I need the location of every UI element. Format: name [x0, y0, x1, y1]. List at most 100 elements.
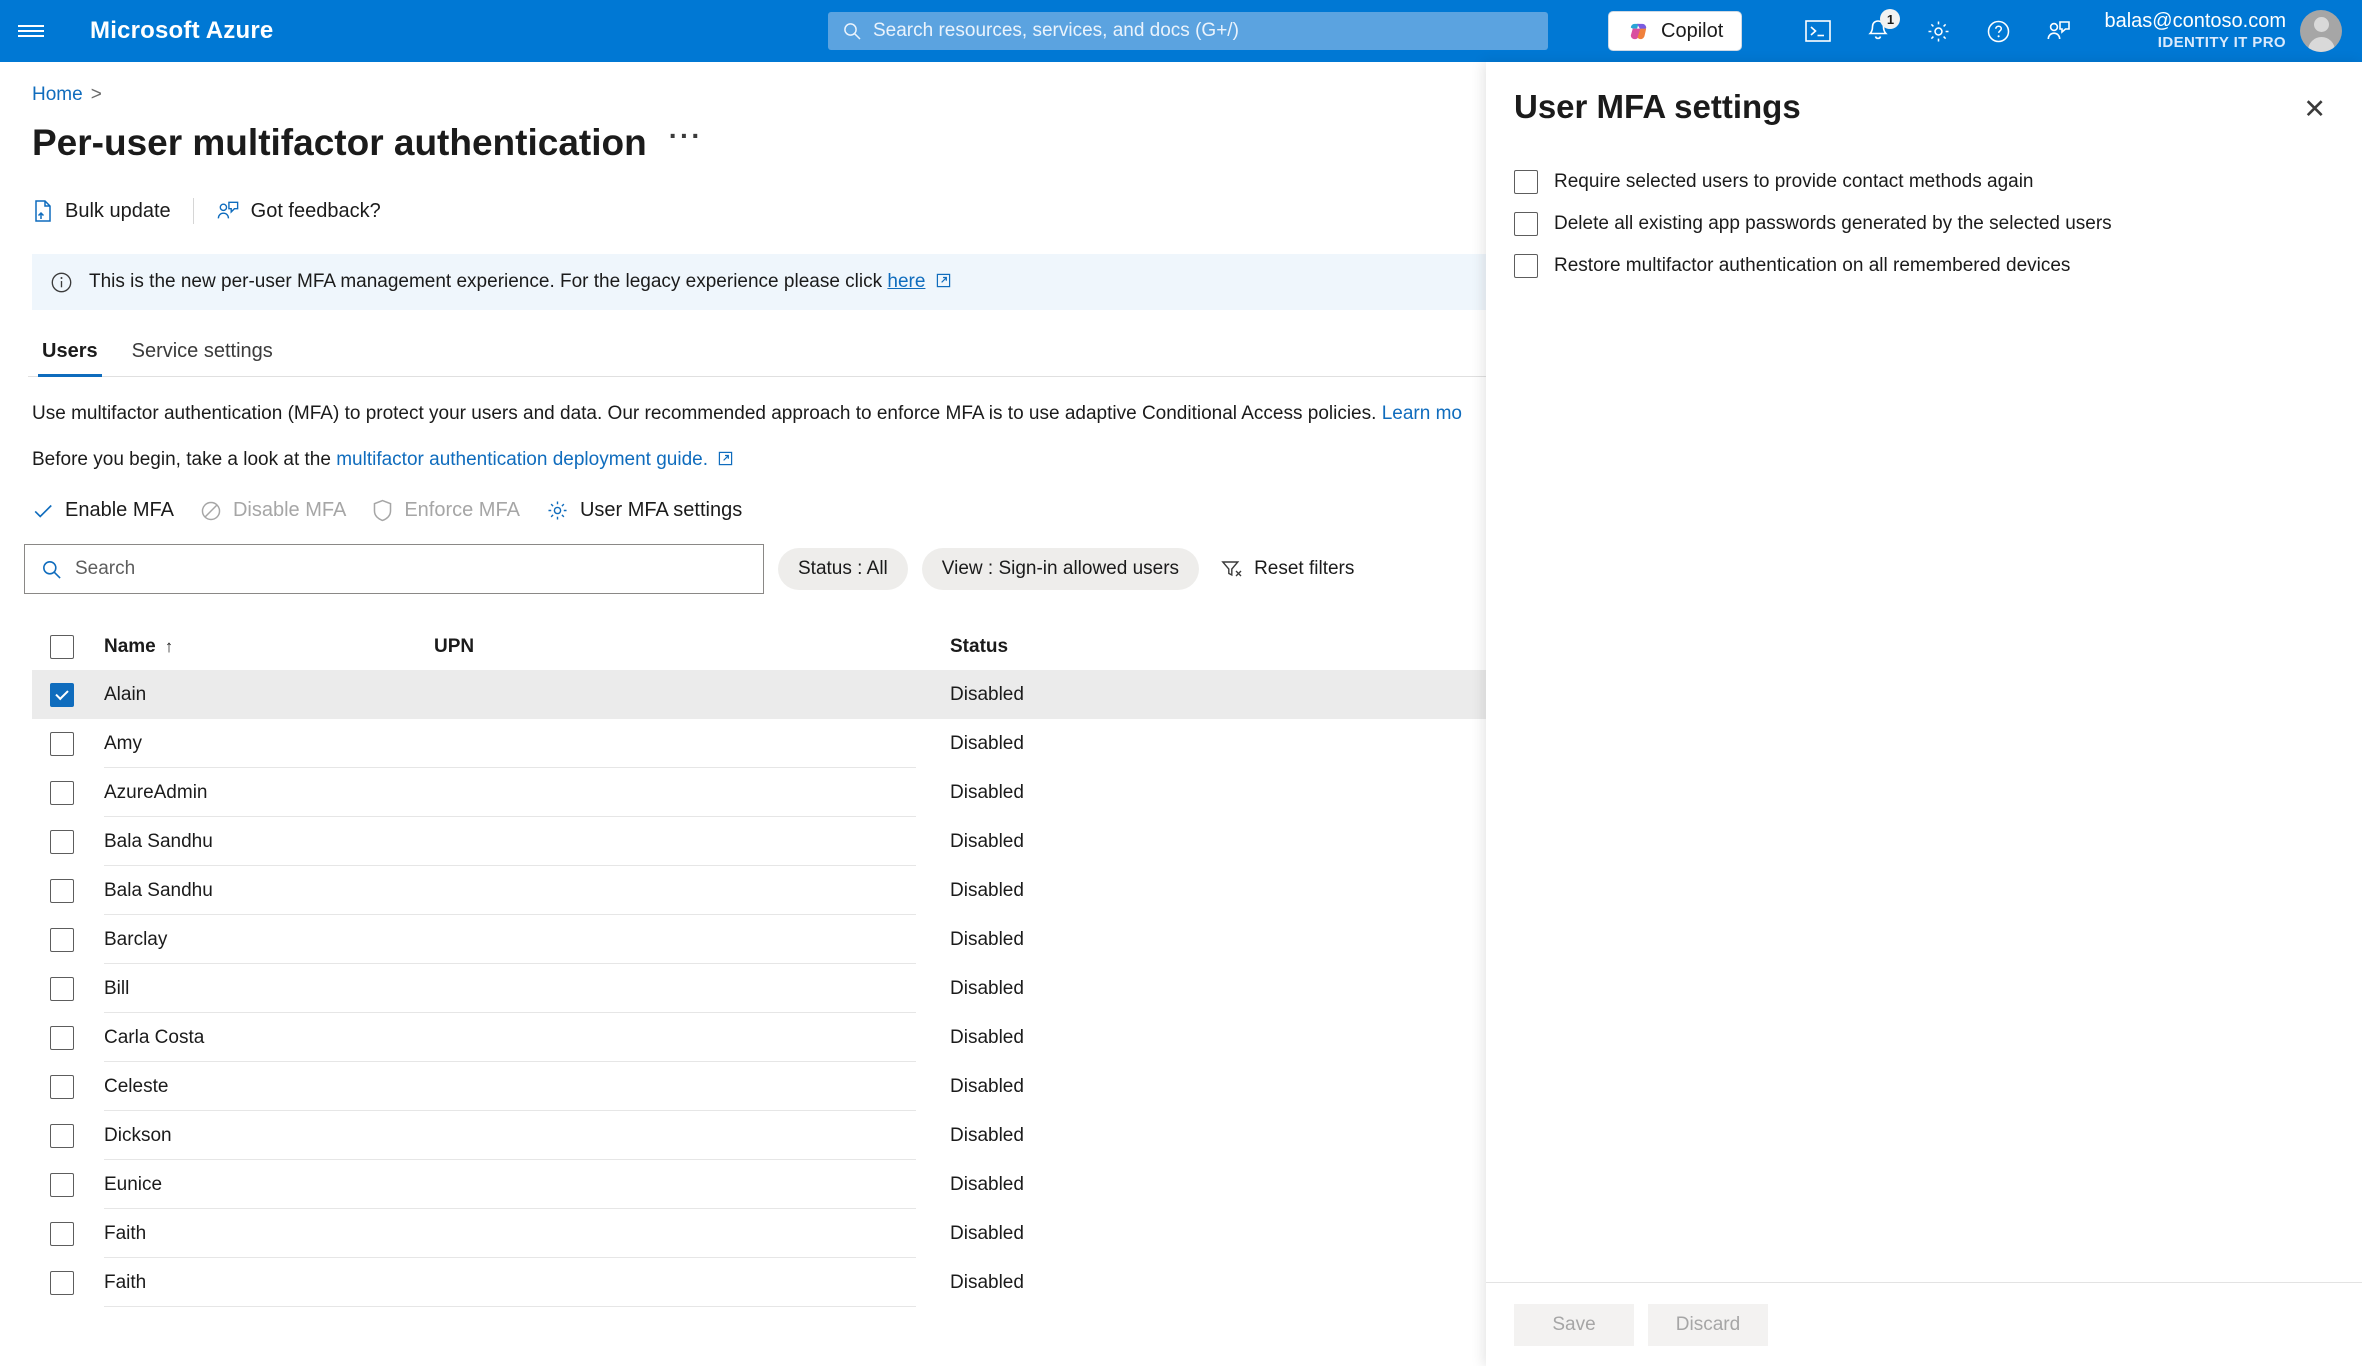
global-search-input[interactable]: Search resources, services, and docs (G+… — [828, 12, 1548, 50]
panel-option-row[interactable]: Restore multifactor authentication on al… — [1514, 254, 2362, 278]
panel-option-checkbox[interactable] — [1514, 212, 1538, 236]
global-header: Microsoft Azure Search resources, servic… — [0, 0, 2362, 62]
row-select-cell — [32, 1123, 104, 1148]
page-content: Home > Per-user multifactor authenticatio… — [0, 62, 1488, 1366]
row-checkbox[interactable] — [50, 1221, 74, 1246]
row-checkbox[interactable] — [50, 1025, 74, 1050]
deployment-guide-link[interactable]: multifactor authentication deployment gu… — [336, 449, 708, 470]
panel-footer: Save Discard — [1486, 1282, 2362, 1366]
info-banner-text: This is the new per-user MFA management … — [89, 271, 951, 293]
table-row[interactable]: Bala Sandhu Disabled — [32, 866, 1488, 915]
cell-status: Disabled — [950, 683, 1024, 705]
search-icon — [844, 23, 861, 40]
cell-name: Dickson — [104, 1124, 172, 1146]
cell-name: Faith — [104, 1271, 147, 1293]
row-checkbox[interactable] — [50, 878, 74, 903]
panel-option-checkbox[interactable] — [1514, 254, 1538, 278]
table-row[interactable]: AzureAdmin Disabled — [32, 768, 1488, 817]
user-mfa-settings-button[interactable]: User MFA settings — [546, 499, 768, 522]
table-row[interactable]: Bala Sandhu Disabled — [32, 817, 1488, 866]
table-row[interactable]: Alain Disabled — [32, 670, 1488, 719]
view-filter-pill[interactable]: View : Sign-in allowed users — [921, 548, 1200, 590]
cell-status: Disabled — [950, 1222, 1024, 1244]
legacy-experience-link[interactable]: here — [887, 271, 925, 292]
info-banner: This is the new per-user MFA management … — [32, 254, 1486, 310]
breadcrumb-home[interactable]: Home — [32, 84, 83, 105]
cell-status: Disabled — [950, 1026, 1024, 1048]
row-select-cell — [32, 731, 104, 756]
tab-users[interactable]: Users — [28, 332, 112, 377]
close-icon[interactable]: ✕ — [2303, 96, 2326, 123]
table-row[interactable]: Amy Disabled — [32, 719, 1488, 768]
row-checkbox[interactable] — [50, 1074, 74, 1099]
hamburger-icon[interactable] — [0, 0, 62, 62]
feedback-icon[interactable] — [2028, 0, 2088, 62]
avatar[interactable] — [2300, 10, 2342, 52]
search-icon — [43, 560, 61, 579]
row-checkbox[interactable] — [50, 731, 74, 756]
account-menu[interactable]: balas@contoso.com IDENTITY IT PRO — [2104, 9, 2362, 53]
row-select-cell — [32, 829, 104, 854]
brand-title[interactable]: Microsoft Azure — [90, 17, 273, 45]
enable-mfa-label: Enable MFA — [65, 499, 174, 521]
cell-name: Faith — [104, 1222, 147, 1244]
select-all-checkbox[interactable] — [50, 635, 74, 659]
table-row[interactable]: Barclay Disabled — [32, 915, 1488, 964]
table-row[interactable]: Dickson Disabled — [32, 1111, 1488, 1160]
row-checkbox[interactable] — [50, 927, 74, 952]
table-row[interactable]: Bill Disabled — [32, 964, 1488, 1013]
bulk-update-button[interactable]: Bulk update — [32, 199, 193, 223]
bulk-update-label: Bulk update — [65, 199, 171, 222]
learn-more-link[interactable]: Learn mo — [1382, 403, 1462, 424]
tab-service-settings[interactable]: Service settings — [118, 332, 287, 376]
table-header-row: Name ↑ UPN Status — [32, 624, 1488, 670]
row-checkbox[interactable] — [50, 976, 74, 1001]
got-feedback-button[interactable]: Got feedback? — [216, 200, 403, 223]
row-checkbox[interactable] — [50, 829, 74, 854]
column-header-upn[interactable]: UPN — [434, 636, 950, 658]
table-body: Alain Disabled Amy Disabled AzureAdmin Disabl… — [32, 670, 1488, 1307]
table-row[interactable]: Faith Disabled — [32, 1209, 1488, 1258]
status-filter-pill[interactable]: Status : All — [778, 548, 908, 590]
panel-option-row[interactable]: Delete all existing app passwords genera… — [1514, 212, 2362, 236]
reset-filters-button[interactable]: Reset filters — [1221, 558, 1354, 580]
notifications-icon[interactable]: 1 — [1848, 0, 1908, 62]
panel-option-checkbox[interactable] — [1514, 170, 1538, 194]
column-header-name[interactable]: Name ↑ — [104, 636, 434, 658]
page-title: Per-user multifactor authentication ··· — [32, 122, 1486, 164]
save-button[interactable]: Save — [1514, 1303, 1634, 1346]
cell-name: Eunice — [104, 1173, 163, 1195]
enable-mfa-button[interactable]: Enable MFA — [32, 499, 200, 522]
panel-options-list: Require selected users to provide contac… — [1486, 126, 2362, 278]
cell-name: Celeste — [104, 1075, 169, 1097]
cell-name: Bala Sandhu — [104, 830, 213, 852]
search-input[interactable]: Search — [24, 544, 764, 594]
notification-badge: 1 — [1880, 9, 1901, 29]
copilot-button[interactable]: Copilot — [1608, 11, 1743, 51]
row-checkbox[interactable] — [50, 780, 74, 805]
row-checkbox[interactable] — [50, 1123, 74, 1148]
help-icon[interactable] — [1968, 0, 2028, 62]
table-row[interactable]: Faith Disabled — [32, 1258, 1488, 1307]
page-more-menu[interactable]: ··· — [669, 122, 703, 164]
column-header-status[interactable]: Status — [950, 636, 1280, 658]
table-row[interactable]: Carla Costa Disabled — [32, 1013, 1488, 1062]
discard-button[interactable]: Discard — [1648, 1303, 1768, 1346]
enforce-mfa-button: Enforce MFA — [372, 499, 546, 522]
disable-mfa-button: Disable MFA — [200, 499, 372, 522]
cell-name: Bala Sandhu — [104, 879, 213, 901]
row-select-cell — [32, 1025, 104, 1050]
copilot-icon — [1630, 23, 1647, 39]
breadcrumb-separator: > — [90, 84, 102, 105]
user-mfa-settings-label: User MFA settings — [579, 499, 743, 521]
account-org: IDENTITY IT PRO — [2157, 34, 2286, 52]
cloud-shell-icon[interactable] — [1788, 0, 1848, 62]
row-checkbox[interactable] — [50, 682, 74, 707]
row-checkbox[interactable] — [50, 1270, 74, 1295]
panel-option-row[interactable]: Require selected users to provide contac… — [1514, 170, 2362, 194]
table-row[interactable]: Eunice Disabled — [32, 1160, 1488, 1209]
gear-icon[interactable] — [1908, 0, 1968, 62]
filter-clear-icon — [1221, 561, 1242, 577]
table-row[interactable]: Celeste Disabled — [32, 1062, 1488, 1111]
row-checkbox[interactable] — [50, 1172, 74, 1197]
